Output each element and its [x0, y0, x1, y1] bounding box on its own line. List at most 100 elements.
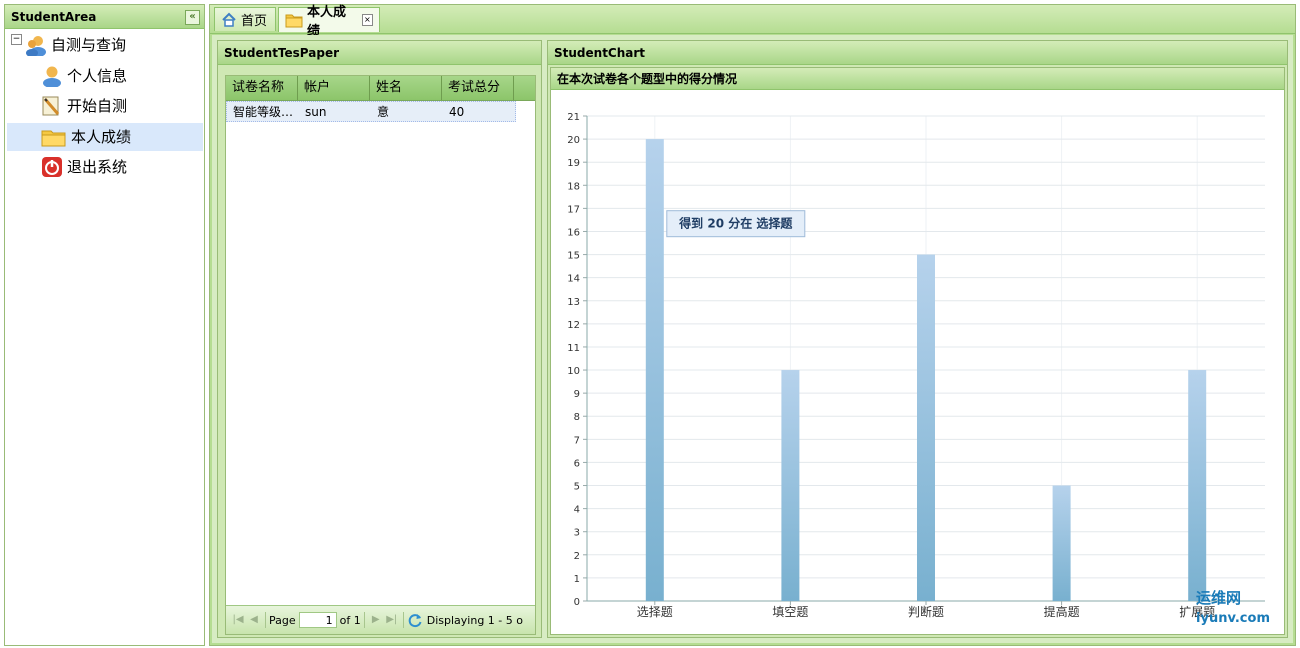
y-tick-label: 10 — [567, 366, 580, 377]
tree-collapse-toggle-icon[interactable]: − — [11, 34, 22, 45]
x-tick-label: 填空题 — [772, 605, 808, 619]
close-icon[interactable]: × — [361, 14, 373, 26]
chart-area: 0 1 2 3 4 5 6 7 8 9 10 11 12 13 14 15 16 17 18 19 20 21 选择题 填空题… — [557, 96, 1278, 630]
y-tick-label: 6 — [574, 458, 580, 469]
y-tick-label: 1 — [574, 574, 580, 585]
tree-node-label: 个人信息 — [67, 67, 128, 85]
tree-node-self-test-query[interactable]: 自测与查询 — [25, 31, 126, 59]
chart-subpanel: 在本次试卷各个题型中的得分情况 0 1 2 3 4 5 6 7 8 9 10 11 12 13 14 15 16… — [550, 67, 1285, 635]
chart-title: 在本次试卷各个题型中的得分情况 — [557, 72, 738, 86]
folder-icon — [285, 12, 303, 28]
collapse-icon[interactable]: « — [185, 10, 200, 25]
y-tick-label: 9 — [574, 389, 580, 400]
first-page-icon[interactable]: |◀ — [230, 612, 246, 628]
bar-chart: 0123456789101112131415161718192021选择题 填空题… — [567, 112, 1265, 619]
grid-header: 试卷名称 帐户 姓名 考试总分 — [226, 76, 535, 101]
chart-bar — [917, 254, 935, 602]
watermark: 运维网 iyunv.com — [1196, 587, 1270, 626]
center-region: 首页 本人成绩 × StudentTesPaper 试卷名称 帐户 姓名 考试总… — [209, 4, 1296, 646]
tab-my-scores[interactable]: 本人成绩 × — [278, 5, 380, 39]
display-info-text: Displaying 1 - 5 o — [426, 613, 523, 627]
y-tick-label: 13 — [567, 297, 580, 308]
y-tick-label: 8 — [574, 412, 580, 423]
west-panel: StudentArea « − 自测与查询 个人信息 开始自测 本人成绩 退出系… — [4, 4, 205, 646]
student-test-paper-panel: StudentTesPaper 试卷名称 帐户 姓名 考试总分 智能等级… su… — [217, 40, 542, 638]
watermark-url: iyunv.com — [1196, 611, 1270, 626]
last-page-icon[interactable]: ▶| — [384, 612, 400, 628]
column-header[interactable]: 姓名 — [370, 76, 442, 100]
x-tick-label: 判断题 — [908, 604, 944, 619]
table-cell: sun — [305, 105, 327, 119]
panel-title: StudentTesPaper — [224, 46, 340, 60]
tree-node-my-scores[interactable]: 本人成绩 — [7, 123, 203, 151]
student-chart-panel: StudentChart 在本次试卷各个题型中的得分情况 01234567891… — [547, 40, 1288, 638]
y-tick-label: 3 — [574, 528, 580, 539]
y-tick-label: 7 — [574, 435, 580, 446]
y-tick-label: 2 — [574, 551, 580, 562]
tree-node-personal-info[interactable]: 个人信息 — [41, 62, 127, 90]
y-tick-label: 15 — [567, 251, 580, 262]
y-tick-label: 21 — [567, 112, 580, 123]
column-header[interactable]: 帐户 — [298, 76, 370, 100]
table-cell: 智能等级… — [233, 105, 294, 119]
watermark-name: 运维网 — [1196, 589, 1242, 607]
west-panel-title: StudentArea — [11, 10, 97, 24]
y-tick-label: 5 — [574, 482, 580, 493]
paper-grid: 试卷名称 帐户 姓名 考试总分 智能等级… sun 意 40 |◀ ◀ Page — [225, 75, 536, 635]
table-row[interactable]: 智能等级… sun 意 40 — [226, 101, 516, 122]
folder-icon — [41, 126, 67, 148]
y-tick-label: 16 — [567, 227, 580, 238]
x-tick-label: 提高题 — [1044, 604, 1080, 619]
y-tick-label: 20 — [567, 135, 580, 146]
panel-header: StudentTesPaper — [218, 41, 541, 65]
y-tick-label: 19 — [567, 158, 580, 169]
refresh-icon[interactable] — [407, 612, 423, 628]
table-cell: 40 — [449, 105, 465, 119]
y-tick-label: 12 — [567, 320, 580, 331]
panel-title: StudentChart — [554, 46, 646, 60]
chart-bar — [781, 370, 800, 601]
y-tick-label: 17 — [567, 204, 580, 215]
tree-node-start-test[interactable]: 开始自测 — [41, 92, 127, 120]
y-tick-label: 18 — [567, 181, 580, 192]
tree-node-label: 自测与查询 — [51, 36, 127, 54]
tree-node-label: 开始自测 — [67, 97, 128, 115]
toolbar-separator — [363, 612, 365, 628]
user-icon — [41, 65, 63, 88]
home-icon — [221, 12, 237, 28]
pencil-icon — [41, 95, 63, 117]
west-panel-header: StudentArea « — [5, 5, 204, 29]
chart-subpanel-header: 在本次试卷各个题型中的得分情况 — [551, 68, 1284, 90]
column-header[interactable]: 考试总分 — [442, 76, 514, 100]
y-tick-label: 11 — [567, 343, 580, 354]
y-tick-label: 14 — [567, 274, 580, 285]
chart-bar — [1052, 485, 1071, 601]
tab-label: 首页 — [241, 14, 268, 29]
y-tick-label: 0 — [574, 597, 580, 608]
page-label: Page — [269, 613, 296, 627]
y-tick-label: 4 — [574, 505, 580, 516]
chart-tooltip-text: 得到 20 分在 选择题 — [678, 216, 793, 231]
toolbar-separator — [265, 612, 266, 628]
chart-bar — [645, 139, 664, 601]
next-page-icon[interactable]: ▶ — [368, 612, 384, 628]
tab-label: 本人成绩 — [307, 5, 347, 39]
table-cell: 意 — [377, 105, 390, 119]
tree-node-label: 退出系统 — [67, 158, 128, 176]
tab-home[interactable]: 首页 — [214, 7, 276, 31]
prev-page-icon[interactable]: ◀ — [246, 612, 262, 628]
tab-strip: 首页 本人成绩 × — [210, 5, 1295, 39]
page-count-label: of 1 — [339, 613, 361, 627]
paging-toolbar: |◀ ◀ Page of 1 ▶ ▶| Displaying 1 - 5 o — [226, 605, 535, 634]
user-group-icon — [25, 34, 47, 57]
x-tick-label: 选择题 — [637, 605, 673, 619]
page-number-input[interactable] — [298, 612, 337, 628]
column-header[interactable]: 试卷名称 — [226, 76, 298, 100]
tree-node-label: 本人成绩 — [71, 128, 132, 146]
tab-body: StudentTesPaper 试卷名称 帐户 姓名 考试总分 智能等级… su… — [212, 35, 1293, 643]
power-icon — [41, 156, 63, 178]
tree-node-logout[interactable]: 退出系统 — [41, 153, 127, 181]
toolbar-separator — [402, 612, 404, 628]
panel-header: StudentChart — [548, 41, 1287, 65]
chart-bar — [1188, 370, 1207, 601]
